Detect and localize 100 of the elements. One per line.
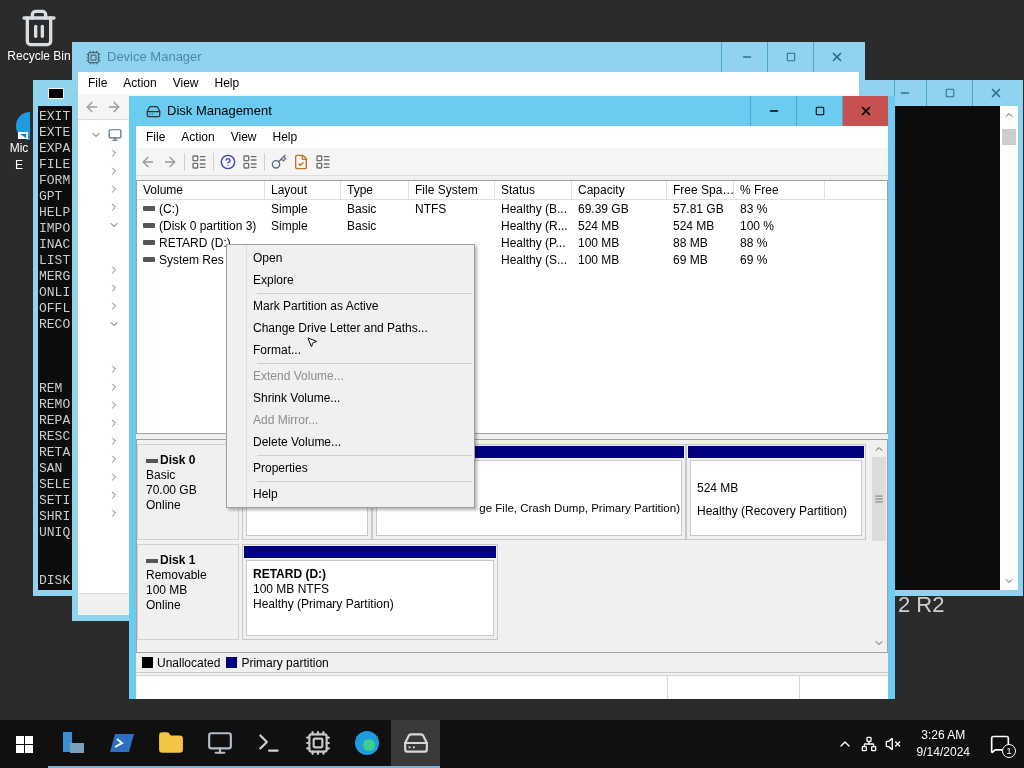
column-header[interactable]: Capacity — [572, 181, 667, 199]
console-line: DISK — [39, 573, 71, 589]
volume-muted-icon[interactable] — [884, 736, 901, 752]
table-cell-text: 69 % — [740, 251, 768, 269]
disk-management-icon — [146, 103, 161, 119]
table-cell-text: 69.39 GB — [578, 200, 629, 218]
context-menu-item[interactable]: Open — [227, 247, 474, 269]
disk-detail: Basic — [146, 468, 177, 483]
window-title: Device Manager — [107, 48, 202, 67]
disk-detail: 100 MB — [146, 583, 189, 598]
console-line: ONLI — [39, 285, 71, 301]
context-menu-item[interactable]: Change Drive Letter and Paths... — [227, 317, 474, 339]
table-cell-text: NTFS — [415, 200, 447, 218]
console-icon — [48, 87, 64, 99]
folder-icon — [157, 730, 184, 756]
console-line: OFFL — [39, 301, 71, 317]
table-cell-text: Basic — [347, 217, 377, 235]
column-header[interactable]: Free Spa… — [667, 181, 734, 199]
disk-info-panel[interactable]: Disk 0 Basic 70.00 GB Online — [137, 444, 239, 540]
drive-icon — [143, 257, 155, 262]
scroll-grip-icon[interactable] — [874, 494, 884, 504]
clock[interactable]: 3:26 AM 9/14/2024 — [910, 727, 976, 761]
help-icon[interactable] — [220, 153, 236, 170]
context-menu-item[interactable]: Shrink Volume... — [227, 387, 474, 409]
legend-label: Unallocated — [157, 654, 221, 672]
column-header[interactable]: Status — [495, 181, 572, 199]
console-line: RETA — [39, 445, 71, 461]
partition-detail: Healthy (Recovery Partition) — [697, 504, 849, 519]
console-line: FORM — [39, 173, 71, 189]
table-cell-text: 83 % — [740, 200, 768, 218]
table-cell-text: 57.81 GB — [673, 200, 724, 218]
drive-icon — [143, 206, 155, 211]
close-button[interactable] — [842, 96, 888, 126]
console-line: GPT — [39, 189, 63, 205]
column-header[interactable]: Volume — [137, 181, 265, 199]
console-icon[interactable] — [315, 153, 331, 170]
network-icon[interactable] — [860, 736, 877, 752]
console-line: LIST — [39, 253, 71, 269]
column-header[interactable]: Type — [341, 181, 409, 199]
notifications-icon[interactable] — [990, 734, 1010, 754]
windows-logo-icon — [15, 735, 33, 753]
powershell-icon — [108, 731, 135, 755]
menu-item[interactable]: Action — [117, 74, 163, 92]
menu-item[interactable]: File — [82, 74, 114, 92]
drive-icon — [143, 223, 155, 228]
column-header[interactable]: File System — [409, 181, 495, 199]
menu-item[interactable]: Action — [175, 128, 221, 146]
desktop-icon-label: Mic — [9, 140, 29, 157]
cursor-icon — [306, 336, 318, 348]
menu-item[interactable]: View — [224, 128, 263, 146]
console-line: HELP — [39, 205, 71, 221]
context-menu-item[interactable]: Mark Partition as Active — [227, 295, 474, 317]
partition-block[interactable]: 524 MB Healthy (Recovery Partition) — [686, 444, 866, 540]
table-cell-text: 524 MB — [673, 217, 715, 235]
maximize-icon — [785, 52, 796, 62]
context-menu-item[interactable]: Explore — [227, 269, 474, 291]
menu-item[interactable]: File — [140, 128, 172, 146]
console-line: SETI — [39, 493, 71, 509]
taskbar-app[interactable] — [391, 720, 440, 768]
console-line: RESC — [39, 429, 71, 445]
partition-title: RETARD (D:) — [253, 567, 328, 582]
context-menu-item[interactable]: Format... — [227, 339, 474, 361]
table-cell-text: (C:) — [159, 200, 179, 218]
scrollbar[interactable] — [1000, 106, 1018, 590]
disk-detail: 70.00 GB — [146, 483, 198, 498]
disk-detail: Online — [146, 498, 182, 513]
console-line: SAN — [39, 461, 63, 477]
scrollbar[interactable] — [871, 440, 887, 652]
console-line: REPA — [39, 413, 71, 429]
disk-info-panel[interactable]: Disk 1 Removable 100 MB Online — [137, 544, 239, 640]
disk-detail: Online — [146, 598, 182, 613]
devices-icon — [304, 730, 331, 756]
table-cell-text: 100 MB — [578, 251, 620, 269]
menu-item[interactable]: View — [166, 74, 205, 92]
scroll-thumb[interactable] — [872, 457, 886, 541]
table-cell-text: Healthy (B... — [501, 200, 568, 218]
disk-name: Disk 1 — [160, 553, 196, 568]
partition-detail: 524 MB — [697, 481, 740, 496]
browser-icon — [353, 730, 380, 756]
list-view-icon[interactable] — [191, 153, 207, 170]
console-line: FILE — [39, 157, 71, 173]
disk-detail: Removable — [146, 568, 208, 583]
menu-item[interactable]: Help — [266, 128, 304, 146]
scroll-thumb[interactable] — [1002, 129, 1016, 145]
console-line: EXTE — [39, 125, 71, 141]
console-line: IMPO — [39, 221, 71, 237]
partition-block[interactable]: RETARD (D:) 100 MB NTFS Healthy (Primary Partition) — [242, 544, 498, 640]
key-icon[interactable] — [271, 153, 287, 170]
console-line: UNIQ — [39, 525, 71, 541]
console-line: REM — [39, 381, 63, 397]
menu-item[interactable]: Help — [208, 74, 246, 92]
console-line: REMO — [39, 397, 71, 413]
column-header[interactable]: % Free — [734, 181, 825, 199]
partition-detail: Healthy (Primary Partition) — [253, 597, 395, 612]
computer-icon — [108, 128, 122, 142]
notification-count: 1 — [1002, 744, 1016, 758]
panel-icon[interactable] — [242, 153, 258, 170]
checklist-icon[interactable] — [293, 153, 309, 170]
column-header[interactable]: Layout — [265, 181, 341, 199]
device-manager-icon — [86, 49, 101, 65]
